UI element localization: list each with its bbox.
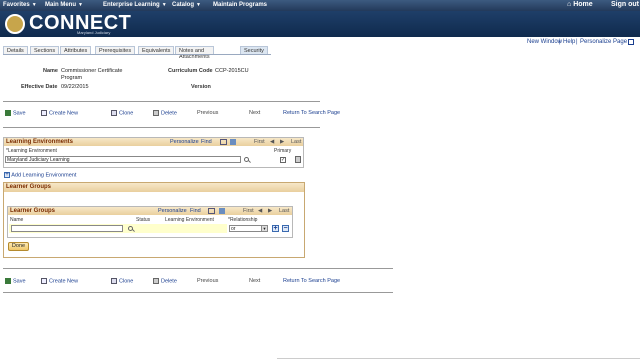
learning-environments-grid: Learning Environments Personalize Find F…: [3, 137, 304, 168]
clone-icon: [111, 278, 117, 284]
learner-groups-grid-header: Learner Groups Personalize Find First ◀ …: [8, 207, 292, 215]
next-arrow-icon[interactable]: ▶: [280, 139, 284, 145]
home-link[interactable]: ⌂ Home: [567, 1, 593, 8]
next-button-bottom[interactable]: Next: [249, 278, 260, 284]
col-name: Name: [10, 217, 24, 223]
trash-icon: [153, 110, 159, 116]
prev-arrow-icon[interactable]: ◀: [270, 139, 274, 145]
last-link[interactable]: Last: [291, 139, 301, 145]
return-to-search-link[interactable]: Return To Search Page: [283, 110, 340, 116]
caret-down-icon: ▼: [196, 2, 201, 8]
caret-down-icon: ▼: [78, 2, 83, 8]
clone-button[interactable]: Clone: [111, 110, 133, 116]
view-all-icon[interactable]: [220, 139, 227, 145]
delete-button-bottom[interactable]: Delete: [153, 278, 177, 284]
curriculum-code-label: Curriculum Code: [168, 68, 213, 74]
learner-groups-box-header: Learner Groups: [4, 183, 304, 192]
menu-main-menu[interactable]: Main Menu ▼: [45, 2, 83, 8]
delete-row-icon[interactable]: [295, 156, 301, 163]
chevron-down-icon: ▼: [261, 226, 267, 231]
col-relationship: *Relationship: [228, 217, 258, 223]
learner-group-name-input[interactable]: [11, 225, 123, 232]
menu-maintain-programs[interactable]: Maintain Programs: [213, 2, 267, 8]
seal-icon: [5, 14, 25, 34]
menu-catalog[interactable]: Catalog ▼: [172, 2, 201, 8]
create-new-icon: [41, 110, 47, 116]
curriculum-code-value: CCP-2015CU: [215, 68, 249, 74]
col-status: Status: [136, 217, 151, 223]
bottom-toolbar-bottom-divider: [3, 292, 393, 293]
save-button-bottom[interactable]: Save: [5, 278, 26, 284]
learner-groups-box: Learner Groups Learner Groups Personaliz…: [3, 182, 305, 258]
find-link[interactable]: Find: [201, 139, 212, 145]
col-primary: Primary: [274, 148, 292, 154]
delete-button[interactable]: Delete: [153, 110, 177, 116]
learning-environment-input[interactable]: Maryland Judiciary Learning: [5, 156, 241, 163]
col-learning-environment: *Learning Environment: [6, 148, 57, 154]
learning-environments-header: Learning Environments Personalize Find F…: [4, 138, 303, 146]
learner-groups-grid: Learner Groups Personalize Find First ◀ …: [7, 206, 293, 238]
page-options-icon[interactable]: [628, 39, 634, 45]
grid-download-icon[interactable]: [219, 208, 225, 214]
create-new-button[interactable]: Create New: [41, 110, 78, 116]
save-button[interactable]: Save: [5, 110, 26, 116]
next-button[interactable]: Next: [249, 110, 260, 116]
plus-icon: +: [4, 172, 10, 178]
effective-date-value: 09/22/2015: [61, 84, 89, 90]
sign-out-link[interactable]: Sign out: [611, 1, 639, 8]
delete-row-button[interactable]: −: [282, 225, 289, 232]
effective-date-label: Effective Date: [21, 84, 58, 90]
save-icon: [5, 110, 11, 116]
caret-down-icon: ▼: [161, 2, 167, 8]
help-link[interactable]: Help: [563, 39, 575, 45]
grid-download-icon[interactable]: [230, 139, 236, 145]
clone-icon: [111, 110, 117, 116]
last-link[interactable]: Last: [279, 208, 289, 214]
clone-button-bottom[interactable]: Clone: [111, 278, 133, 284]
personalize-page-link[interactable]: Personalize Page: [580, 39, 627, 45]
lookup-icon[interactable]: [244, 157, 249, 162]
add-row-button[interactable]: +: [272, 225, 279, 232]
primary-checkbox[interactable]: ✓: [280, 157, 286, 163]
name-value: Commissioner Certificate: [61, 68, 123, 74]
menu-enterprise-learning[interactable]: Enterprise Learning ▼: [103, 2, 167, 8]
prev-arrow-icon[interactable]: ◀: [258, 208, 262, 214]
connect-logo: CONNECT Maryland Judiciary: [5, 12, 135, 36]
find-link[interactable]: Find: [190, 208, 201, 214]
trash-icon: [153, 278, 159, 284]
caret-down-icon: ▼: [31, 2, 37, 8]
new-window-link[interactable]: New Window: [527, 39, 562, 45]
name-label: Name: [43, 68, 58, 74]
create-new-icon: [41, 278, 47, 284]
create-new-button-bottom[interactable]: Create New: [41, 278, 78, 284]
toolbar-top-divider: [3, 101, 320, 102]
first-link[interactable]: First: [254, 139, 265, 145]
col-learning-environment: Learning Environment: [165, 217, 214, 223]
previous-button-bottom[interactable]: Previous: [197, 278, 218, 284]
view-all-icon[interactable]: [208, 208, 215, 214]
lookup-icon[interactable]: [128, 226, 133, 231]
personalize-link[interactable]: Personalize: [158, 208, 187, 214]
top-menu-bar: Favorites ▼ Main Menu ▼ Enterprise Learnin…: [0, 0, 640, 11]
relationship-select[interactable]: or ▼: [229, 225, 268, 232]
menu-favorites[interactable]: Favorites ▼: [3, 2, 37, 8]
name-value-line2: Program: [61, 75, 83, 81]
add-learning-environment-link[interactable]: + Add Learning Environment: [4, 172, 76, 178]
toolbar-bottom-divider: [3, 127, 320, 128]
tab-divider: [3, 54, 271, 55]
version-label: Version: [191, 84, 211, 90]
first-link[interactable]: First: [243, 208, 254, 214]
bottom-toolbar-top-divider: [3, 268, 393, 269]
previous-button[interactable]: Previous: [197, 110, 218, 116]
next-arrow-icon[interactable]: ▶: [268, 208, 272, 214]
home-icon: ⌂: [567, 1, 572, 8]
done-button[interactable]: Done: [8, 242, 29, 251]
return-to-search-link-bottom[interactable]: Return To Search Page: [283, 278, 340, 284]
footer-divider: [277, 358, 640, 359]
personalize-link[interactable]: Personalize: [170, 139, 199, 145]
save-icon: [5, 278, 11, 284]
